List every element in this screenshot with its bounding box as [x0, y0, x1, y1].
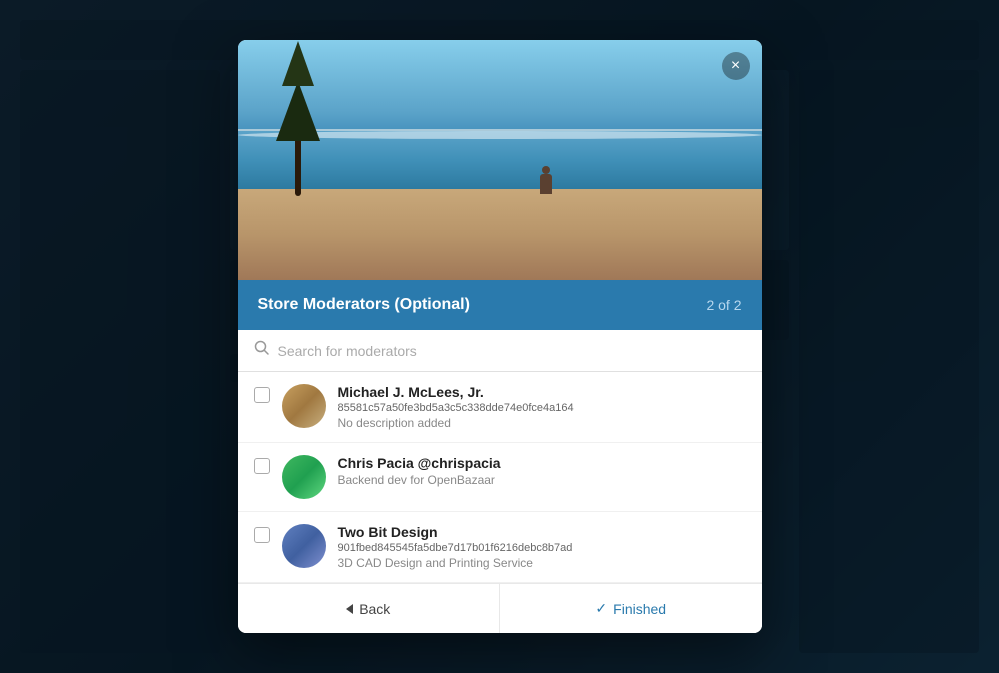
- modal-step: 2 of 2: [706, 297, 741, 313]
- user-description: 3D CAD Design and Printing Service: [338, 556, 746, 570]
- list-item[interactable]: Two Bit Design 901fbed845545fa5dbe7d17b0…: [238, 512, 762, 583]
- avatar: [282, 455, 326, 499]
- user-info: Chris Pacia @chrispacia Backend dev for …: [338, 455, 746, 487]
- modal-backdrop: × Store Moderators (Optional) 2 of 2: [0, 0, 999, 673]
- search-input[interactable]: [278, 343, 746, 359]
- modal-footer: Back ✓ Finished: [238, 583, 762, 633]
- back-label: Back: [359, 601, 390, 617]
- user-list: Michael J. McLees, Jr. 85581c57a50fe3bd5…: [238, 372, 762, 583]
- user-checkbox-chris[interactable]: [254, 458, 270, 474]
- modal-hero-image: ×: [238, 40, 762, 280]
- chevron-left-icon: [346, 604, 353, 614]
- back-button[interactable]: Back: [238, 584, 501, 633]
- finished-button[interactable]: ✓ Finished: [500, 584, 762, 633]
- person-silhouette: [540, 174, 552, 194]
- modal-header: Store Moderators (Optional) 2 of 2: [238, 280, 762, 330]
- list-item[interactable]: Chris Pacia @chrispacia Backend dev for …: [238, 443, 762, 512]
- tree-left: [268, 66, 328, 196]
- user-description: Backend dev for OpenBazaar: [338, 473, 746, 487]
- person-head: [542, 166, 550, 174]
- user-name: Chris Pacia @chrispacia: [338, 455, 746, 471]
- list-item[interactable]: Michael J. McLees, Jr. 85581c57a50fe3bd5…: [238, 372, 762, 443]
- close-button[interactable]: ×: [722, 52, 750, 80]
- sand-layer: [238, 189, 762, 280]
- finished-label: Finished: [613, 601, 666, 617]
- modal-title: Store Moderators (Optional): [258, 296, 470, 314]
- avatar: [282, 384, 326, 428]
- user-checkbox-twobit[interactable]: [254, 527, 270, 543]
- user-hash: 901fbed845545fa5dbe7d17b01f6216debc8b7ad: [338, 542, 746, 554]
- user-name: Two Bit Design: [338, 524, 746, 540]
- close-icon: ×: [731, 58, 740, 74]
- user-hash: 85581c57a50fe3bd5a3c5c338dde74e0fce4a164: [338, 402, 746, 414]
- user-description: No description added: [338, 416, 746, 430]
- user-checkbox-michael[interactable]: [254, 387, 270, 403]
- avatar: [282, 524, 326, 568]
- user-info: Two Bit Design 901fbed845545fa5dbe7d17b0…: [338, 524, 746, 570]
- checkmark-icon: ✓: [595, 600, 607, 617]
- search-bar: [238, 330, 762, 372]
- modal-dialog: × Store Moderators (Optional) 2 of 2: [238, 40, 762, 633]
- search-icon: [254, 340, 270, 361]
- user-name: Michael J. McLees, Jr.: [338, 384, 746, 400]
- user-info: Michael J. McLees, Jr. 85581c57a50fe3bd5…: [338, 384, 746, 430]
